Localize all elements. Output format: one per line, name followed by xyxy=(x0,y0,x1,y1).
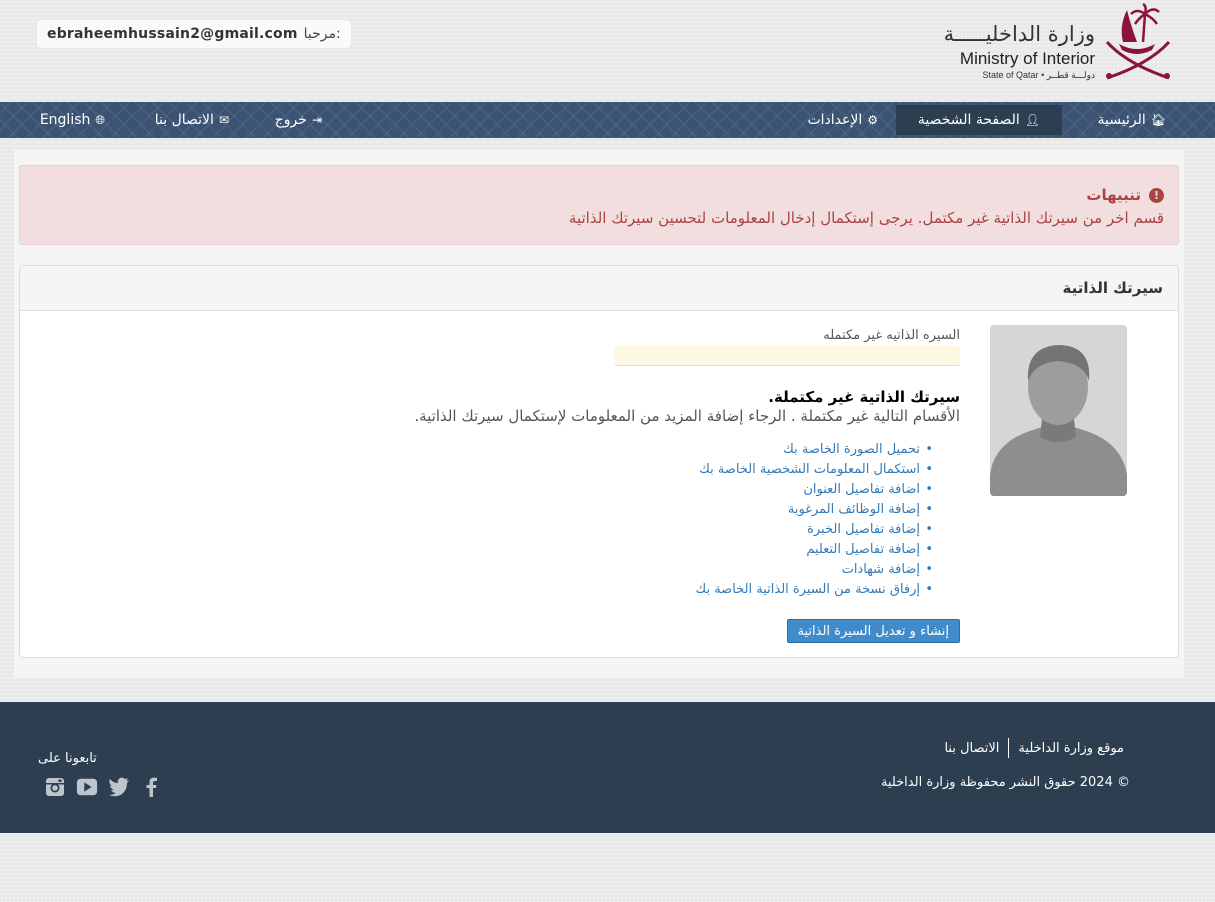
user-greeting: ebraheemhussain2@gmail.com مرحبا: xyxy=(37,20,351,48)
task-address[interactable]: اضافة تفاصيل العنوان xyxy=(696,480,934,500)
cv-panel-title: سيرتك الذاتية xyxy=(20,266,1178,311)
ministry-emblem-icon xyxy=(1105,2,1171,80)
nav-home-label: الرئيسية xyxy=(1097,112,1146,128)
alert-box: ! تنبيهات قسم اخر من سيرتك الذاتية غير م… xyxy=(19,165,1179,245)
twitter-icon[interactable] xyxy=(108,776,130,798)
logo-state-ar: دولـــة قطــر xyxy=(1046,70,1095,80)
logo-english-name: Ministry of Interior xyxy=(959,49,1095,68)
logo-state: State of Qatar • دولـــة قطــر xyxy=(982,70,1095,80)
alert-title: تنبيهات xyxy=(1086,186,1141,204)
task-desired-jobs[interactable]: إضافة الوظائف المرغوبة xyxy=(696,500,934,520)
follow-us-label: تابعونا على xyxy=(38,751,97,766)
gear-icon: ⚙ xyxy=(867,113,878,127)
sign-out-icon: ⇥ xyxy=(311,113,322,127)
footer-links: موقع وزارة الداخلية الاتصال بنا xyxy=(935,738,1124,758)
nav-logout[interactable]: ⇥ خروج xyxy=(275,102,322,138)
user-icon: 👤︎ xyxy=(1024,113,1040,127)
avatar-placeholder-icon xyxy=(990,325,1127,496)
nav-profile-label: الصفحة الشخصية xyxy=(917,112,1020,128)
nav-contact[interactable]: ✉ الاتصال بنا xyxy=(155,102,229,138)
logo-arabic-name: وزارة الداخليـــــة xyxy=(943,22,1095,46)
ministry-logo[interactable]: وزارة الداخليـــــة Ministry of Interior… xyxy=(944,2,1179,84)
nav-logout-label: خروج xyxy=(274,112,307,128)
nav-settings[interactable]: ⚙ الإعدادات xyxy=(807,102,878,138)
home-icon: 🏠︎ xyxy=(1150,113,1166,127)
greeting-label: مرحبا: xyxy=(303,26,341,42)
nav-contact-label: الاتصال بنا xyxy=(154,112,214,128)
logo-state-en: State of Qatar xyxy=(982,70,1039,80)
envelope-icon: ✉ xyxy=(218,113,229,127)
globe-icon: 🌐︎ xyxy=(95,112,105,127)
task-upload-photo[interactable]: تحميل الصورة الخاصة بك xyxy=(696,440,934,460)
user-email: ebraheemhussain2@gmail.com xyxy=(47,26,298,42)
profile-photo[interactable] xyxy=(990,325,1127,496)
main-nav: 🏠︎ الرئيسية 👤︎ الصفحة الشخصية ⚙ الإعدادا… xyxy=(0,102,1215,138)
nav-language[interactable]: 🌐︎ English xyxy=(40,102,105,138)
incomplete-title: سيرتك الذاتية غير مكتملة. xyxy=(768,388,960,406)
alert-header: ! تنبيهات xyxy=(1086,186,1164,204)
incomplete-subtitle: الأقسام التالية غير مكتملة . الرجاء إضاف… xyxy=(414,407,960,425)
cv-progress-bar xyxy=(614,346,960,366)
footer: موقع وزارة الداخلية الاتصال بنا © 2024 ح… xyxy=(0,702,1215,833)
task-attach-cv[interactable]: إرفاق نسخة من السيرة الذاتية الخاصة بك xyxy=(696,580,934,600)
nav-settings-label: الإعدادات xyxy=(807,112,863,128)
copyright-text: © 2024 حقوق النشر محفوظة وزارة الداخلية xyxy=(880,775,1130,790)
cv-panel: سيرتك الذاتية السيره الذاتيه غير مكتمله … xyxy=(19,265,1179,658)
nav-home[interactable]: 🏠︎ الرئيسية xyxy=(1098,102,1166,138)
social-links xyxy=(44,776,162,798)
exclamation-icon: ! xyxy=(1149,187,1164,203)
progress-label: السيره الذاتيه غير مكتمله xyxy=(823,328,960,343)
instagram-icon[interactable] xyxy=(44,776,66,798)
facebook-icon[interactable] xyxy=(140,776,162,798)
create-edit-cv-button[interactable]: إنشاء و تعديل السيرة الذاتية xyxy=(786,619,960,643)
footer-link-contact[interactable]: الاتصال بنا xyxy=(935,741,1008,756)
nav-profile[interactable]: 👤︎ الصفحة الشخصية xyxy=(895,105,1062,135)
nav-language-label: English xyxy=(39,112,91,128)
task-education[interactable]: إضافة تفاصيل التعليم xyxy=(696,540,934,560)
task-personal-info[interactable]: استكمال المعلومات الشخصية الخاصة بك xyxy=(696,460,934,480)
incomplete-sections-list: تحميل الصورة الخاصة بك استكمال المعلومات… xyxy=(696,440,934,600)
footer-link-divider xyxy=(1008,738,1010,758)
alert-message: قسم اخر من سيرتك الذاتية غير مكتمل. يرجى… xyxy=(568,209,1164,227)
task-certificates[interactable]: إضافة شهادات xyxy=(696,560,934,580)
task-experience[interactable]: إضافة تفاصيل الخبرة xyxy=(696,520,934,540)
footer-link-moi-site[interactable]: موقع وزارة الداخلية xyxy=(1009,741,1124,756)
youtube-icon[interactable] xyxy=(76,776,98,798)
